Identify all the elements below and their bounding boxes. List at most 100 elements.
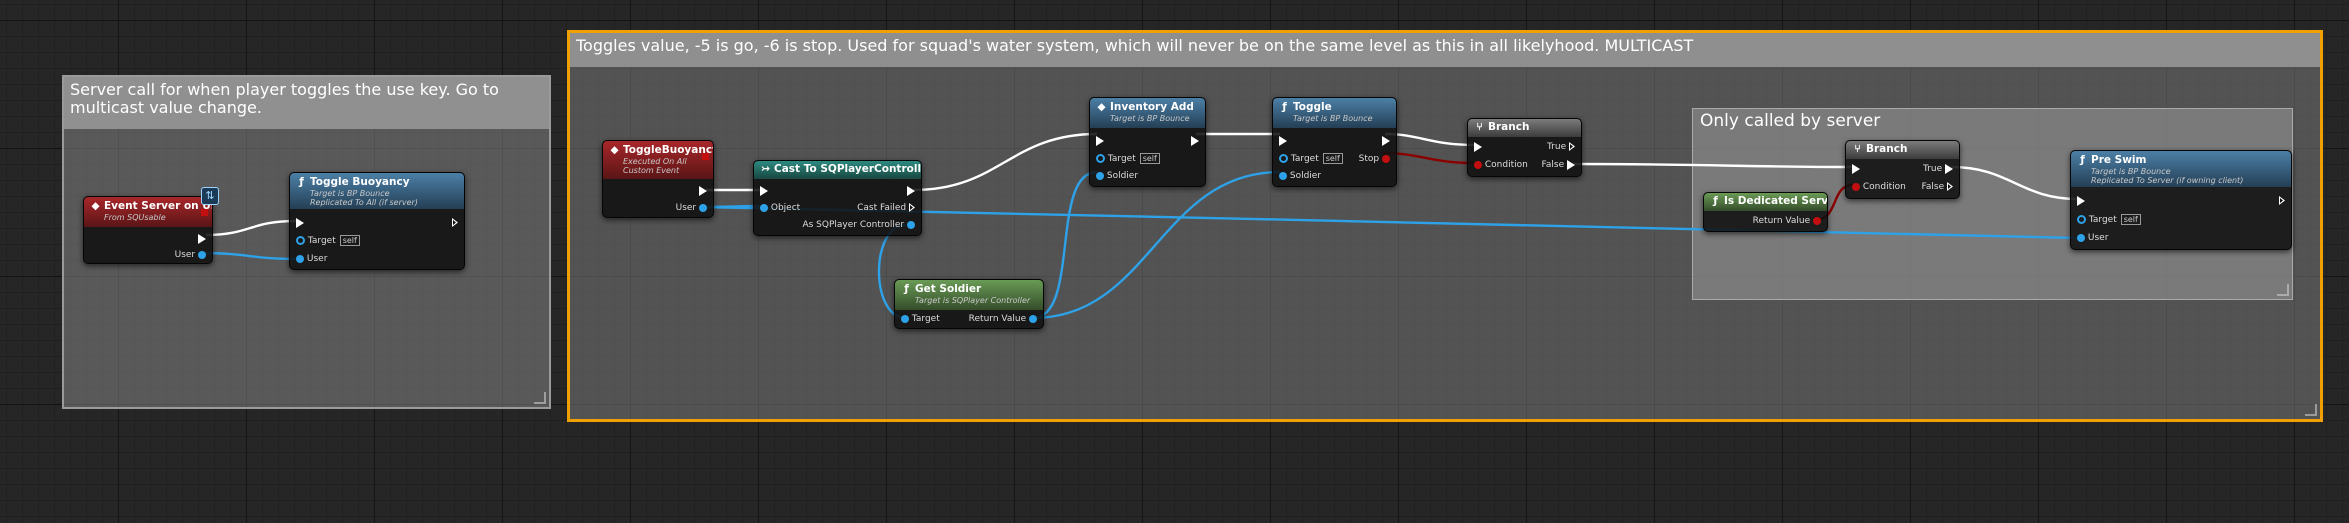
comment-title[interactable]: Toggles value, -5 is go, -6 is stop. Use… (570, 33, 2320, 67)
target-pin[interactable] (1096, 154, 1105, 163)
comment-resize-handle[interactable] (534, 392, 546, 404)
target-row: Target self (1096, 153, 1160, 165)
node-pre-swim[interactable]: ƒ Pre Swim Target is BP Bounce Replicated… (2070, 150, 2292, 250)
exec-out-row (452, 217, 458, 229)
cast-failed-pin[interactable] (909, 203, 915, 212)
exec-out-pin[interactable] (907, 185, 915, 196)
soldier-in-pin[interactable] (1279, 171, 1287, 180)
exec-in-pin[interactable] (1279, 135, 1287, 146)
exec-out-row (1382, 135, 1390, 147)
node-event-server-on-used[interactable]: ◆ Event Server on Used From SQUsable User (83, 196, 213, 264)
soldier-in-pin[interactable] (1096, 171, 1104, 180)
cast-failed-row: Cast Failed (857, 202, 915, 214)
node-cast-to-sqplayercontroller[interactable]: ↣ Cast To SQPlayerController Object Cast … (753, 160, 922, 236)
delegate-pin[interactable] (702, 153, 709, 160)
node-header: ƒ Toggle Target is BP Bounce (1273, 98, 1396, 128)
target-row: Target (901, 313, 940, 325)
exec-in-row (1279, 135, 1287, 147)
user-out-pin[interactable] (699, 203, 707, 212)
pin-label: True (1923, 164, 1943, 174)
node-inventory-add[interactable]: ◆ Inventory Add Target is BP Bounce Targe… (1089, 97, 1206, 187)
pin-label: Stop (1358, 154, 1380, 164)
exec-in-pin[interactable] (2077, 195, 2085, 206)
as-controller-row: As SQPlayer Controller (802, 219, 915, 231)
exec-in-pin[interactable] (1474, 141, 1482, 152)
target-pin[interactable] (2077, 215, 2086, 224)
pin-label: Cast Failed (857, 203, 907, 213)
node-toggle[interactable]: ƒ Toggle Target is BP Bounce Target self S… (1272, 97, 1397, 187)
node-is-dedicated-server[interactable]: ƒ Is Dedicated Server Return Value (1703, 192, 1828, 232)
as-controller-pin[interactable] (907, 220, 915, 229)
return-value-row: Return Value (969, 313, 1037, 325)
delegate-pin[interactable] (201, 209, 208, 216)
branch-icon: ⑂ (1854, 143, 1861, 155)
function-f-icon: ƒ (1282, 101, 1287, 113)
user-out-pin[interactable] (198, 250, 206, 259)
user-in-pin[interactable] (296, 254, 304, 263)
node-title: Event Server on Used (104, 200, 212, 212)
event-diamond-icon: ◆ (91, 200, 100, 212)
cast-arrows-icon: ↣ (761, 163, 770, 175)
exec-out-pin[interactable] (1382, 135, 1390, 146)
condition-in-pin[interactable] (1852, 182, 1860, 191)
true-out-pin[interactable] (1945, 163, 1953, 174)
target-pin[interactable] (296, 236, 305, 245)
target-row: Target self (2077, 214, 2141, 226)
pin-label: Return Value (968, 314, 1027, 324)
user-row: User (296, 253, 327, 265)
pin-label: Object (770, 203, 801, 213)
node-subtitle: Custom Event (623, 166, 680, 175)
exec-out-row (907, 185, 915, 197)
stop-out-pin[interactable] (1382, 154, 1390, 163)
false-out-pin[interactable] (1567, 159, 1575, 170)
node-title: ToggleBuoyancy (623, 144, 714, 156)
true-out-pin[interactable] (1569, 142, 1575, 151)
node-title: Is Dedicated Server (1724, 195, 1828, 207)
exec-out-pin[interactable] (1191, 135, 1199, 146)
node-header: ◆ Event Server on Used From SQUsable (84, 197, 212, 227)
node-togglebuoyancy-event[interactable]: ◆ ToggleBuoyancy Executed On All Custom E… (602, 140, 714, 218)
return-value-pin[interactable] (1813, 216, 1821, 225)
return-value-pin[interactable] (1029, 314, 1037, 323)
branch-icon: ⑂ (1476, 121, 1483, 133)
pin-label: User (306, 254, 328, 264)
user-row: User (2077, 232, 2108, 244)
exec-out-pin[interactable] (198, 233, 206, 244)
exec-in-pin[interactable] (1096, 135, 1104, 146)
comment-title[interactable]: Server call for when player toggles the … (64, 77, 549, 129)
node-title: Inventory Add (1110, 101, 1194, 113)
target-row: Target self (296, 235, 360, 247)
function-f-icon: ƒ (299, 176, 304, 188)
condition-row: Condition (1852, 181, 1906, 193)
target-row: Target self (1279, 153, 1343, 165)
node-title: Cast To SQPlayerController (774, 163, 922, 175)
user-in-pin[interactable] (2077, 233, 2085, 242)
exec-in-pin[interactable] (1852, 163, 1860, 174)
node-subtitle: Target is BP Bounce (1293, 114, 1373, 123)
exec-in-pin[interactable] (760, 185, 768, 196)
false-out-pin[interactable] (1947, 182, 1953, 191)
object-in-pin[interactable] (760, 203, 768, 212)
true-row: True (1547, 141, 1575, 153)
node-toggle-buoyancy-call[interactable]: ƒ Toggle Buoyancy Target is BP Bounce Rep… (289, 172, 465, 270)
target-pin[interactable] (901, 314, 909, 323)
stop-row: Stop (1359, 153, 1390, 165)
comment-resize-handle[interactable] (2277, 284, 2289, 296)
pin-label: Target (1107, 154, 1136, 164)
node-title: Get Soldier (915, 283, 982, 295)
node-branch-2[interactable]: ⑂ Branch True Condition False (1845, 140, 1960, 199)
comment-title[interactable]: Only called by server (1693, 109, 2292, 133)
exec-out-pin[interactable] (699, 185, 707, 196)
true-row: True (1923, 163, 1953, 175)
exec-out-pin[interactable] (2279, 196, 2285, 205)
target-pin[interactable] (1279, 154, 1288, 163)
exec-in-pin[interactable] (296, 217, 304, 228)
node-branch-1[interactable]: ⑂ Branch True Condition False (1467, 118, 1582, 177)
exec-out-pin[interactable] (452, 218, 458, 227)
comment-resize-handle[interactable] (2305, 404, 2317, 416)
condition-in-pin[interactable] (1474, 160, 1482, 169)
node-get-soldier[interactable]: ƒ Get Soldier Target is SQPlayer Controll… (894, 279, 1044, 329)
node-subtitle: Target is BP Bounce (310, 189, 390, 198)
node-title: Toggle Buoyancy (310, 176, 410, 188)
exec-out-row (198, 233, 206, 245)
